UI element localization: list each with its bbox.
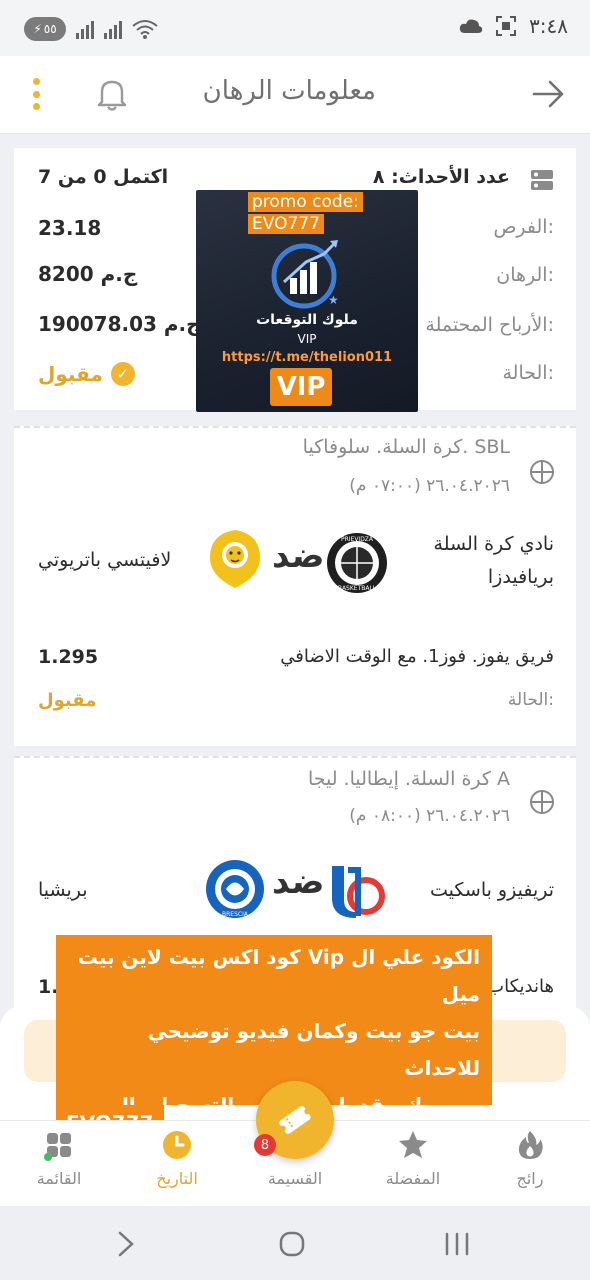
event-card-1[interactable]: كرة السلة. سلوفاكيا. SBL ٢٦.٠٤.٢٠٢٦ (٠٧:… xyxy=(14,426,576,746)
status-bar: ⚡ ٥٥ ٣:٤٨ xyxy=(0,0,590,56)
home-team-line2: بريافيدزا xyxy=(487,566,554,588)
clock: ٣:٤٨ xyxy=(529,14,568,38)
bet-odd: 1.295 xyxy=(38,646,99,668)
system-recents-icon[interactable] xyxy=(442,1232,472,1256)
nav-label: رائج xyxy=(516,1169,544,1188)
screenshot-icon xyxy=(496,16,517,36)
event-league: كرة السلة. سلوفاكيا. SBL xyxy=(302,436,510,458)
versus-label: ضد xyxy=(272,536,325,576)
potential-winnings-value: 190078.03 ج.م xyxy=(38,312,201,336)
completed-count: اكتمل 0 من 7 xyxy=(38,166,169,188)
home-team: نادي كرة السلة بريافيدزا xyxy=(434,528,554,594)
svg-text:★: ★ xyxy=(328,293,339,307)
bolt-icon: ⚡ xyxy=(33,22,42,36)
bell-icon[interactable] xyxy=(92,74,132,114)
status-indicators: ⚡ ٥٥ xyxy=(24,16,158,42)
basketball-icon xyxy=(530,460,554,484)
events-count: عدد الأحداث: ٨ xyxy=(372,166,510,188)
odds-value: 23.18 xyxy=(38,216,102,240)
flame-icon xyxy=(518,1131,543,1159)
promo-telegram-link: https://t.me/thelion011 xyxy=(221,350,393,365)
app-header: معلومات الرهان xyxy=(0,56,590,134)
nav-menu[interactable]: القائمة xyxy=(4,1121,114,1207)
lion-logo-icon xyxy=(210,530,260,588)
event-status-label: الحالة: xyxy=(507,690,554,710)
promo-vip-small: VIP xyxy=(297,332,317,346)
stake-value: 8200 ج.م xyxy=(38,262,138,286)
status-accepted: مقبول ✓ xyxy=(38,362,135,386)
ticket-icon xyxy=(279,1106,311,1134)
event-league: كرة السلة. إيطاليا. ليجا A xyxy=(307,768,510,790)
nav-label: المفضلة xyxy=(385,1169,441,1188)
more-menu-icon[interactable] xyxy=(30,78,42,110)
event-date: ٢٦.٠٤.٢٠٢٦ (٠٨:٠٠ م) xyxy=(349,806,510,826)
svg-text:PRIEVIDZA: PRIEVIDZA xyxy=(341,536,374,543)
versus-label: ضد xyxy=(272,862,325,902)
page-title: معلومات الرهان xyxy=(202,76,376,106)
nav-label: التاريخ xyxy=(156,1169,198,1188)
stake-label: الرهان: xyxy=(496,264,554,286)
battery-indicator: ⚡ ٥٥ xyxy=(24,17,66,41)
promo-brand-name: ملوك التوقعات xyxy=(256,312,358,328)
status-right: ٣:٤٨ xyxy=(459,14,568,38)
grid-menu-icon xyxy=(44,1133,71,1161)
signal-2-icon xyxy=(104,19,122,39)
promo-vip-badge: VIP xyxy=(270,368,332,406)
away-team: لافيتسي باتريوتي xyxy=(38,549,172,571)
betslip-count-badge: 8 xyxy=(254,1134,276,1156)
signal-icon xyxy=(76,19,94,39)
away-team: بريشيا xyxy=(38,879,88,901)
svg-text:BASKETBALL: BASKETBALL xyxy=(338,585,377,592)
wifi-icon xyxy=(132,20,158,39)
prievidza-logo-icon: PRIEVIDZA BASKETBALL xyxy=(327,533,387,593)
promo-image: promo code: EVO777 ★ ملوك التوقعات VIP h… xyxy=(196,190,418,412)
chart-logo-icon: ★ xyxy=(271,240,339,309)
bet-market: هانديكاب xyxy=(487,976,554,997)
promo-overlay-text: الكود علي ال Vip كود اكس بيت لاين بيت مي… xyxy=(56,935,492,1154)
battery-level: ٥٥ xyxy=(43,22,57,36)
basketball-icon xyxy=(530,790,554,814)
star-icon xyxy=(399,1131,427,1158)
system-home-icon[interactable] xyxy=(278,1230,306,1258)
clock-icon xyxy=(163,1131,191,1159)
promo-code-label: promo code: xyxy=(248,192,363,212)
overlay-line-2: بيت جو بيت وكمان فيديو توضيحي للاحداث xyxy=(147,1019,480,1080)
nav-history[interactable]: التاريخ xyxy=(122,1121,232,1207)
nav-label: القسيمة xyxy=(267,1169,323,1188)
system-navigation-bar xyxy=(0,1206,590,1280)
bet-market: فريق يفوز. فوز1. مع الوقت الاضافي xyxy=(280,646,554,667)
status-text: مقبول xyxy=(38,362,103,386)
event-date: ٢٦.٠٤.٢٠٢٦ (٠٧:٠٠ م) xyxy=(349,476,510,496)
potential-winnings-label: الأرباح المحتملة: xyxy=(425,314,554,336)
brescia-logo-icon: BRESCIA xyxy=(206,860,264,918)
nav-label: القائمة xyxy=(36,1169,82,1188)
ticket-stack-icon xyxy=(531,170,553,190)
event-status-value: مقبول xyxy=(38,690,97,711)
check-icon: ✓ xyxy=(110,362,135,386)
promo-code-value: EVO777 xyxy=(248,214,324,234)
home-team-line1: نادي كرة السلة xyxy=(433,533,554,555)
treviso-logo-icon xyxy=(332,866,385,918)
system-back-icon[interactable] xyxy=(114,1230,138,1258)
home-team: تريفيزو باسكيت xyxy=(430,879,554,901)
svg-text:BRESCIA: BRESCIA xyxy=(222,911,249,918)
status-label: الحالة: xyxy=(502,362,554,384)
odds-label: الفرص: xyxy=(493,216,554,238)
cloud-icon xyxy=(459,19,483,33)
nav-favorites[interactable]: المفضلة xyxy=(358,1121,468,1207)
overlay-line-1: الكود علي ال Vip كود اكس بيت لاين بيت مي… xyxy=(77,945,480,1006)
nav-trending[interactable]: رائج xyxy=(475,1121,585,1207)
back-arrow-icon[interactable] xyxy=(528,74,568,114)
